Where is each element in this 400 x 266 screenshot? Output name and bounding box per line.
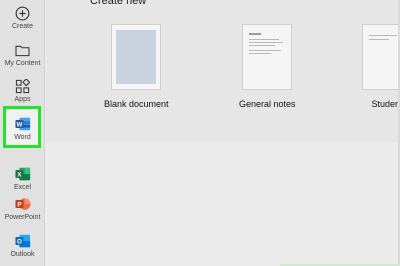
rail-item-word[interactable]: W Word bbox=[0, 116, 45, 141]
svg-text:W: W bbox=[16, 121, 22, 128]
folder-icon bbox=[15, 42, 31, 58]
svg-text:P: P bbox=[17, 201, 21, 208]
excel-icon: X bbox=[14, 166, 31, 182]
rail-item-excel[interactable]: X Excel bbox=[0, 166, 45, 191]
rail-label-create: Create bbox=[11, 23, 33, 30]
rail-label-my-content: My Content bbox=[4, 60, 41, 67]
section-title: Create new bbox=[90, 0, 147, 7]
rail-item-my-content[interactable]: My Content bbox=[0, 42, 45, 67]
outlook-icon: O bbox=[14, 233, 31, 249]
left-nav-rail: Create My Content Apps W Word X Excel P … bbox=[0, 0, 45, 266]
template-thumbnail bbox=[111, 24, 162, 90]
rail-label-excel: Excel bbox=[13, 184, 32, 191]
rail-item-outlook[interactable]: O Outlook bbox=[0, 233, 45, 258]
template-blank-document[interactable]: Blank document bbox=[104, 24, 169, 109]
rail-item-create[interactable]: Create bbox=[0, 5, 45, 30]
rail-label-apps: Apps bbox=[14, 96, 31, 103]
rail-item-powerpoint[interactable]: P PowerPoint bbox=[0, 196, 45, 221]
word-icon: W bbox=[14, 116, 31, 132]
powerpoint-icon: P bbox=[14, 196, 31, 212]
rail-label-outlook: Outlook bbox=[10, 251, 35, 258]
rail-item-apps[interactable]: Apps bbox=[0, 78, 45, 103]
rail-label-word: Word bbox=[14, 134, 31, 141]
template-label: Blank document bbox=[104, 99, 169, 109]
main-content: Create new Blank document General notes bbox=[46, 0, 400, 266]
template-label: General notes bbox=[239, 99, 296, 109]
template-thumbnail bbox=[362, 24, 400, 90]
template-student[interactable]: Student bbox=[362, 24, 400, 109]
rail-label-powerpoint: PowerPoint bbox=[4, 214, 41, 221]
plus-circle-icon bbox=[15, 5, 31, 21]
template-general-notes[interactable]: General notes bbox=[239, 24, 296, 109]
app-window: Create My Content Apps W Word X Excel P … bbox=[0, 0, 400, 266]
template-thumbnail bbox=[242, 24, 293, 90]
content-area bbox=[46, 142, 400, 266]
template-label: Student bbox=[371, 99, 400, 109]
apps-grid-icon bbox=[15, 78, 31, 94]
svg-text:O: O bbox=[17, 238, 22, 245]
create-new-panel: Create new Blank document General notes bbox=[46, 0, 400, 142]
